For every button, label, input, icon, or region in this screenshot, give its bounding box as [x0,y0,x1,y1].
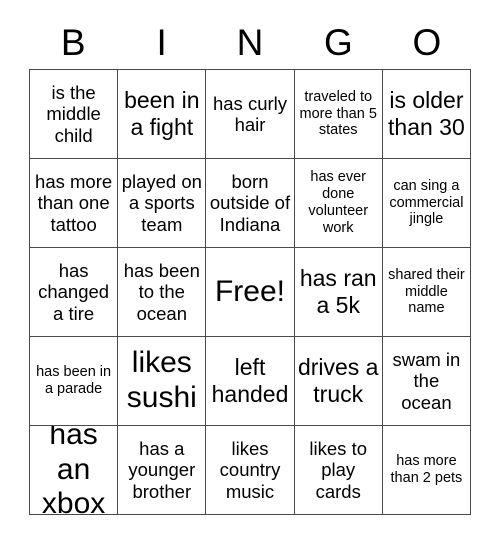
bingo-cell-label: has a younger brother [128,437,196,502]
header-letter-b: B [60,21,86,63]
bingo-cell-label: drives a truck [297,354,379,407]
bingo-cell-label: swam in the ocean [392,348,461,413]
bingo-cell-label: has more than 2 pets [390,453,463,486]
bingo-cell-label: likes sushi [126,346,197,414]
bingo-cell-label: has curly hair [212,92,288,135]
bingo-cell[interactable]: traveled to more than 5 states [293,70,382,158]
bingo-cell[interactable]: likes sushi [117,337,205,425]
header-letter-i: I [156,21,167,63]
bingo-cell[interactable]: has been in a parade [30,337,117,425]
bingo-cell[interactable]: has been to the ocean [117,248,205,336]
bingo-cell[interactable]: likes to play cards [293,426,382,514]
bingo-cell-label: traveled to more than 5 states [299,88,377,139]
bingo-cell-label: played on a sports team [121,170,202,235]
bingo-cell[interactable]: swam in the ocean [381,337,470,425]
bingo-cell-label: has ran a 5k [299,265,377,318]
bingo-row: has an xbox has a younger brother likes … [30,425,470,514]
bingo-cell-label: has an xbox [41,426,106,514]
bingo-row: has changed a tire has been to the ocean… [30,247,470,336]
bingo-cell-label: shared their middle name [388,266,465,317]
bingo-cell-label: born outside of Indiana [209,170,291,235]
bingo-row: has been in a parade likes sushi left ha… [30,336,470,425]
bingo-cell[interactable]: likes country music [205,426,293,514]
bingo-cell[interactable]: has changed a tire [30,248,117,336]
header-letter-o: O [412,21,442,63]
bingo-card: B I N G O is the middle child been in a … [0,0,500,544]
bingo-cell-label: likes to play cards [309,437,367,502]
bingo-cell-label: has ever done volunteer work [308,169,369,236]
bingo-cell[interactable]: drives a truck [293,337,382,425]
bingo-cell[interactable]: has curly hair [205,70,293,158]
bingo-cell[interactable]: shared their middle name [381,248,470,336]
bingo-cell[interactable]: is older than 30 [381,70,470,158]
bingo-cell-label: has more than one tattoo [35,170,113,235]
bingo-cell-label: has been in a parade [36,364,112,397]
bingo-cell[interactable]: can sing a commercial jingle [381,159,470,247]
bingo-cell[interactable]: has ever done volunteer work [293,159,382,247]
bingo-cell-label: has been to the ocean [123,259,200,324]
bingo-row: is the middle child been in a fight has … [30,70,470,158]
bingo-cell[interactable]: been in a fight [117,70,205,158]
bingo-cell-label: is the middle child [46,81,101,146]
bingo-cell[interactable]: has a younger brother [117,426,205,514]
bingo-cell[interactable]: is the middle child [30,70,117,158]
bingo-row: has more than one tattoo played on a spo… [30,158,470,247]
bingo-cell-label: can sing a commercial jingle [389,177,464,228]
bingo-free-label: Free! [214,274,286,308]
bingo-cell[interactable]: played on a sports team [117,159,205,247]
bingo-cell-label: left handed [211,354,289,407]
bingo-cell[interactable]: has more than one tattoo [30,159,117,247]
bingo-cell[interactable]: has an xbox [30,426,117,514]
bingo-cell[interactable]: has ran a 5k [293,248,382,336]
bingo-cell[interactable]: left handed [205,337,293,425]
bingo-cell-label: likes country music [219,437,281,502]
header-letter-n: N [236,21,264,63]
bingo-grid: is the middle child been in a fight has … [29,69,471,515]
bingo-cell-label: is older than 30 [388,87,465,140]
header-letter-g: G [324,21,353,63]
bingo-cell-label: has changed a tire [38,259,110,324]
bingo-header: B I N G O [29,16,471,68]
bingo-cell[interactable]: born outside of Indiana [205,159,293,247]
bingo-cell-label: been in a fight [124,87,200,140]
bingo-free-cell[interactable]: Free! [205,248,293,336]
bingo-cell[interactable]: has more than 2 pets [381,426,470,514]
